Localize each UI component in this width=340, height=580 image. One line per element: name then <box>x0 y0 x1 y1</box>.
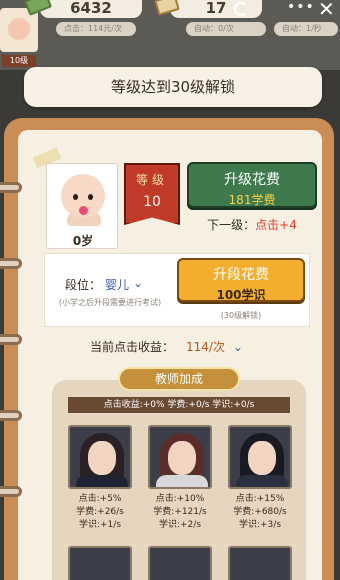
teacher-total-stats: 点击收益:+0% 学费:+0/s 学识:+0/s <box>68 397 290 413</box>
baby-eye <box>73 194 78 200</box>
age-label: 0岁 <box>72 234 94 248</box>
stage-label-text: 段位： <box>65 278 102 292</box>
baby-eye <box>88 194 93 200</box>
teacher-face <box>88 441 116 475</box>
teacher-click-bonus: 点击:+10% <box>155 494 205 504</box>
income-value: 114/次 <box>186 340 225 354</box>
income-label: 当前点击收益： <box>90 340 175 354</box>
stage-label: 段位： 婴儿 <box>65 276 129 293</box>
stage-section: 段位： 婴儿 ⌄ (小学之后升段需要进行考试) 升段花费 100学识 (30级解锁… <box>44 253 310 327</box>
money-counter: 6432 <box>40 0 142 18</box>
upgrade-cost: 181学费 <box>228 193 276 207</box>
baby-avatar-card: 0岁 <box>46 163 118 249</box>
stage-upgrade-title: 升段花费 <box>213 267 269 283</box>
hud-auto-rate: 自动：1/秒 <box>274 22 338 36</box>
hud-auto-income: 自动：0/次 <box>186 22 266 36</box>
teacher-face <box>168 441 196 475</box>
teacher-tuition-bonus: 学费:+680/s <box>233 507 287 517</box>
next-level-value: 点击+4 <box>255 218 297 232</box>
upgrade-level-button[interactable]: 升级花费 181学费 <box>187 162 317 208</box>
stage-value: 婴儿 <box>105 278 130 292</box>
binder-ring <box>0 182 22 193</box>
hud-click-income: 点击：114元/次 <box>56 22 136 36</box>
level-label: 等级 <box>135 173 168 187</box>
stage-upgrade-button[interactable]: 升段花费 100学识 <box>177 258 305 302</box>
background-level-tag: 10级 <box>2 55 36 67</box>
teacher-tuition-bonus: 学费:+121/s <box>153 507 207 517</box>
teacher-face <box>248 441 276 475</box>
next-level-prefix: 下一级： <box>207 218 256 232</box>
teacher-card[interactable] <box>148 546 212 580</box>
chevron-down-icon[interactable]: ⌄ <box>133 276 143 290</box>
teacher-clothes <box>156 475 208 487</box>
upgrade-title: 升级花费 <box>224 172 280 188</box>
stage-upgrade-cost: 100学识 <box>216 288 266 302</box>
refresh-icon[interactable] <box>234 2 248 16</box>
teacher-stats: 点击:+15% 学费:+680/s 学识:+3/s <box>222 493 298 532</box>
teacher-knowledge-bonus: 学识:+1/s <box>78 520 122 530</box>
next-level-info: 下一级：点击+4 <box>196 216 308 233</box>
teacher-card[interactable] <box>68 425 132 489</box>
binder-ring <box>0 334 22 345</box>
teacher-card[interactable] <box>228 425 292 489</box>
teacher-card[interactable] <box>68 546 132 580</box>
teacher-tuition-bonus: 学费:+26/s <box>76 507 124 517</box>
top-hud: 10级 6432 17 ••• ✕ 点击：114元/次 自动：0/次 自动：1/… <box>0 0 340 70</box>
binder-ring <box>0 486 22 497</box>
teacher-knowledge-bonus: 学识:+2/s <box>158 520 202 530</box>
binder-ring <box>0 410 22 421</box>
chevron-down-icon[interactable]: ⌄ <box>233 340 243 354</box>
more-options-icon[interactable]: ••• <box>287 0 315 14</box>
stage-unlock-note: (30级解锁) <box>220 311 262 320</box>
teacher-click-bonus: 点击:+5% <box>78 494 122 504</box>
teacher-card[interactable] <box>148 425 212 489</box>
pacifier-icon <box>79 206 88 215</box>
teacher-knowledge-bonus: 学识:+3/s <box>238 520 282 530</box>
teacher-card[interactable] <box>228 546 292 580</box>
teacher-click-bonus: 点击:+15% <box>235 494 285 504</box>
teacher-clothes <box>236 475 288 487</box>
level-ribbon: 等级 10 <box>124 163 180 225</box>
level-value: 10 <box>143 194 161 210</box>
teacher-clothes <box>76 475 128 487</box>
stage-note: (小学之后升段需要进行考试) <box>58 298 162 307</box>
baby-avatar <box>61 174 105 218</box>
binder-ring <box>0 258 22 269</box>
book-counter: 17 <box>170 0 262 18</box>
close-icon[interactable]: ✕ <box>318 0 335 20</box>
teacher-panel-title: 教师加成 <box>118 367 240 391</box>
teacher-stats: 点击:+10% 学费:+121/s 学识:+2/s <box>142 493 218 532</box>
click-income-row: 当前点击收益： 114/次 ⌄ <box>90 338 243 355</box>
teacher-stats: 点击:+5% 学费:+26/s 学识:+1/s <box>62 493 138 532</box>
unlock-banner: 等级达到30级解锁 <box>24 67 322 107</box>
